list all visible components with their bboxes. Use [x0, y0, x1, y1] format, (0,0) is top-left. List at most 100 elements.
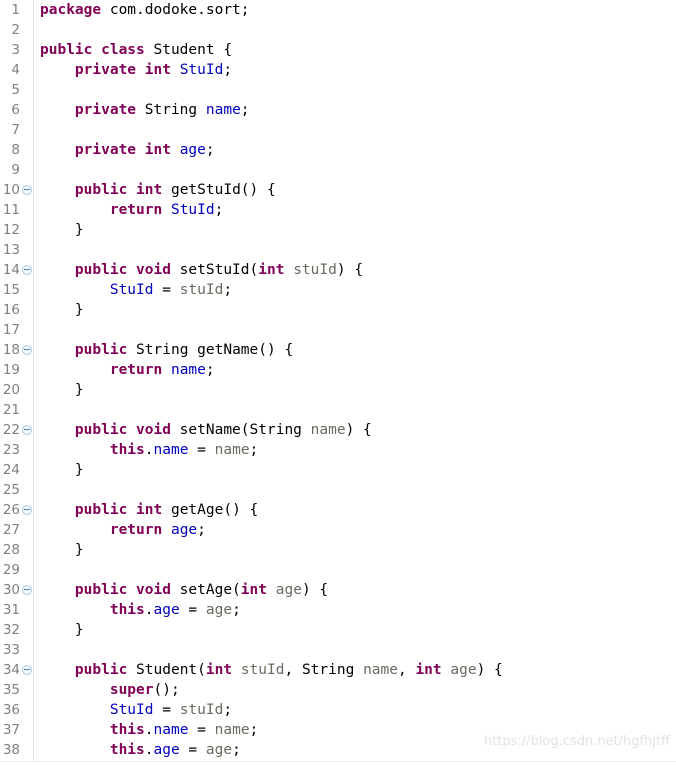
- code-line[interactable]: StuId = stuId;: [35, 700, 676, 720]
- gutter-line-number[interactable]: 22: [0, 420, 33, 440]
- gutter-line-number[interactable]: 9: [0, 160, 33, 180]
- gutter-line-number[interactable]: 19: [0, 360, 33, 380]
- gutter-line-number[interactable]: 29: [0, 560, 33, 580]
- gutter-line-number[interactable]: 21: [0, 400, 33, 420]
- code-line[interactable]: private int age;: [35, 140, 676, 160]
- code-line[interactable]: }: [35, 220, 676, 240]
- code-line[interactable]: private String name;: [35, 100, 676, 120]
- code-line[interactable]: return name;: [35, 360, 676, 380]
- gutter-line-number[interactable]: 17: [0, 320, 33, 340]
- gutter-line-number[interactable]: 4: [0, 60, 33, 80]
- code-fold-collapse-icon[interactable]: [22, 185, 32, 195]
- code-fold-collapse-icon[interactable]: [22, 345, 32, 355]
- code-line[interactable]: this.name = name;: [35, 440, 676, 460]
- code-line[interactable]: public Student(int stuId, String name, i…: [35, 660, 676, 680]
- code-line[interactable]: [35, 80, 676, 100]
- code-token-pln: [162, 362, 171, 378]
- gutter-line-number[interactable]: 24: [0, 460, 33, 480]
- gutter-line-number[interactable]: 13: [0, 240, 33, 260]
- code-token-pln: [40, 582, 75, 598]
- gutter-line-number[interactable]: 12: [0, 220, 33, 240]
- gutter-line-number[interactable]: 3: [0, 40, 33, 60]
- gutter-line-number[interactable]: 34: [0, 660, 33, 680]
- code-token-pln: [40, 722, 110, 738]
- code-line[interactable]: this.age = age;: [35, 740, 676, 760]
- code-fold-collapse-icon[interactable]: [22, 505, 32, 515]
- code-line[interactable]: }: [35, 460, 676, 480]
- code-line[interactable]: public class Student {: [35, 40, 676, 60]
- gutter-line-number[interactable]: 6: [0, 100, 33, 120]
- code-line[interactable]: public String getName() {: [35, 340, 676, 360]
- code-token-pln: ;: [223, 282, 233, 298]
- gutter-line-number[interactable]: 27: [0, 520, 33, 540]
- code-fold-collapse-icon[interactable]: [22, 665, 32, 675]
- code-line[interactable]: public int getStuId() {: [35, 180, 676, 200]
- code-line[interactable]: public void setName(String name) {: [35, 420, 676, 440]
- gutter-line-number[interactable]: 15: [0, 280, 33, 300]
- editor-code-area[interactable]: package com.dodoke.sort; public class St…: [35, 0, 676, 765]
- code-line[interactable]: [35, 240, 676, 260]
- gutter-line-number[interactable]: 33: [0, 640, 33, 660]
- code-line[interactable]: [35, 20, 676, 40]
- code-fold-collapse-icon[interactable]: [22, 265, 32, 275]
- code-fold-collapse-icon[interactable]: [22, 585, 32, 595]
- code-line[interactable]: public void setStuId(int stuId) {: [35, 260, 676, 280]
- gutter-line-number[interactable]: 28: [0, 540, 33, 560]
- code-token-pln: [40, 202, 110, 218]
- code-token-pln: [267, 582, 276, 598]
- line-number-label: 34: [2, 662, 20, 678]
- code-line[interactable]: StuId = stuId;: [35, 280, 676, 300]
- gutter-line-number[interactable]: 18: [0, 340, 33, 360]
- gutter-line-number[interactable]: 36: [0, 700, 33, 720]
- code-line[interactable]: }: [35, 540, 676, 560]
- code-token-pln: }: [40, 622, 84, 638]
- gutter-line-number[interactable]: 35: [0, 680, 33, 700]
- code-line[interactable]: [35, 640, 676, 660]
- code-fold-collapse-icon[interactable]: [22, 425, 32, 435]
- gutter-line-number[interactable]: 2: [0, 20, 33, 40]
- code-line[interactable]: super();: [35, 680, 676, 700]
- code-line[interactable]: return age;: [35, 520, 676, 540]
- code-line[interactable]: this.age = age;: [35, 600, 676, 620]
- gutter-line-number[interactable]: 26: [0, 500, 33, 520]
- code-line[interactable]: [35, 560, 676, 580]
- gutter-line-number[interactable]: 8: [0, 140, 33, 160]
- code-line[interactable]: return StuId;: [35, 200, 676, 220]
- code-line[interactable]: }: [35, 620, 676, 640]
- code-line[interactable]: [35, 160, 676, 180]
- code-line[interactable]: this.name = name;: [35, 720, 676, 740]
- gutter-line-number[interactable]: 38: [0, 740, 33, 760]
- gutter-line-number[interactable]: 32: [0, 620, 33, 640]
- gutter-line-number[interactable]: 11: [0, 200, 33, 220]
- code-line[interactable]: [35, 320, 676, 340]
- code-line[interactable]: }: [35, 300, 676, 320]
- code-token-kw: private: [74, 102, 137, 118]
- gutter-line-number[interactable]: 23: [0, 440, 33, 460]
- gutter-line-number[interactable]: 30: [0, 580, 33, 600]
- code-token-pln: [162, 202, 171, 218]
- code-line[interactable]: private int StuId;: [35, 60, 676, 80]
- gutter-line-number[interactable]: 5: [0, 80, 33, 100]
- editor-gutter[interactable]: 1 2 3 4 5 6 7 8 9 10 11 12 13 14 15 16 17 18 19 20 21 22 23 24 2…: [0, 0, 34, 765]
- gutter-line-number[interactable]: 7: [0, 120, 33, 140]
- code-line[interactable]: public int getAge() {: [35, 500, 676, 520]
- code-token-pln: ,: [397, 662, 416, 678]
- code-token-pln: ) {: [476, 662, 503, 678]
- gutter-line-number[interactable]: 25: [0, 480, 33, 500]
- code-line[interactable]: package com.dodoke.sort;: [35, 0, 676, 20]
- code-token-pln: .: [144, 742, 154, 758]
- code-line[interactable]: public void setAge(int age) {: [35, 580, 676, 600]
- gutter-line-number[interactable]: 1: [0, 0, 33, 20]
- code-editor[interactable]: 1 2 3 4 5 6 7 8 9 10 11 12 13 14 15 16 17 18 19 20 21 22 23 24 2…: [0, 0, 676, 765]
- code-line[interactable]: [35, 120, 676, 140]
- gutter-line-number[interactable]: 37: [0, 720, 33, 740]
- code-line[interactable]: }: [35, 380, 676, 400]
- line-number-label: 30: [2, 582, 20, 598]
- gutter-line-number[interactable]: 20: [0, 380, 33, 400]
- gutter-line-number[interactable]: 14: [0, 260, 33, 280]
- code-line[interactable]: [35, 480, 676, 500]
- gutter-line-number[interactable]: 10: [0, 180, 33, 200]
- gutter-line-number[interactable]: 16: [0, 300, 33, 320]
- code-line[interactable]: [35, 400, 676, 420]
- gutter-line-number[interactable]: 31: [0, 600, 33, 620]
